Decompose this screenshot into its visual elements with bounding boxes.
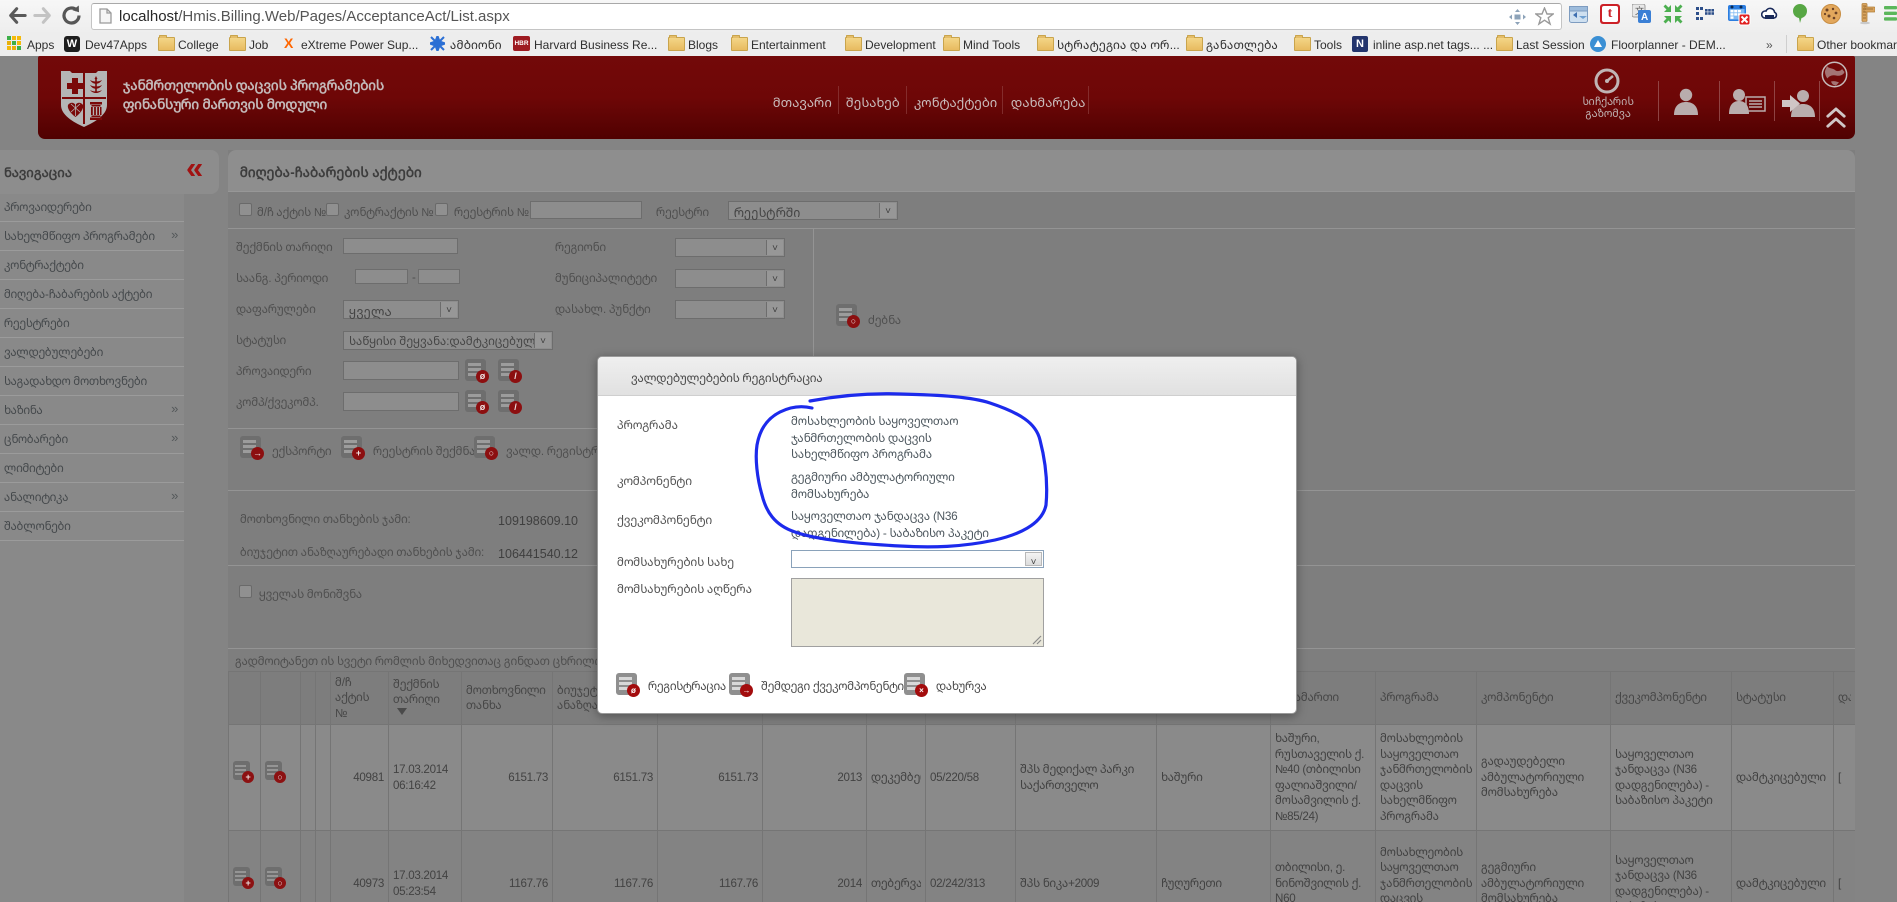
svg-text:A: A (1641, 12, 1648, 23)
